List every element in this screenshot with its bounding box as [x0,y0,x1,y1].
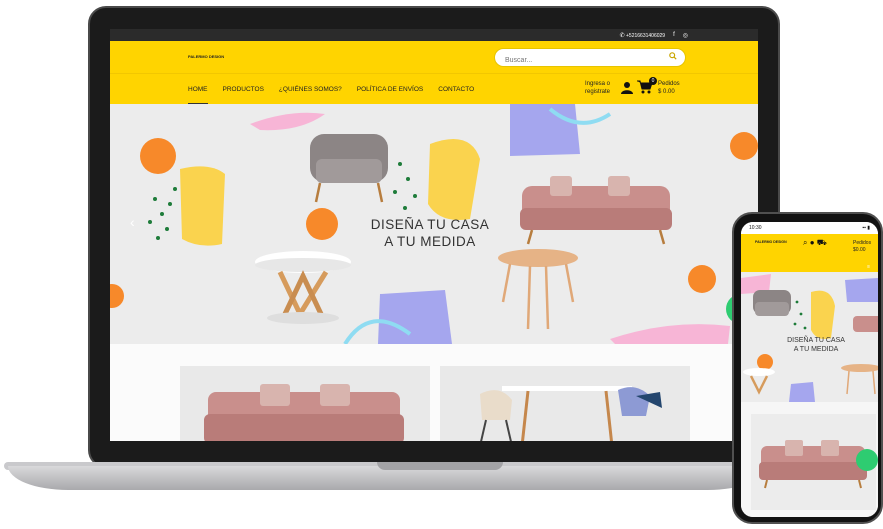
phone-status-bar: 10:30 ▪▪ ▮ [741,222,878,234]
armchair-image [310,134,388,203]
top-contact-bar: ✆ +5216631406029 f ◎ [110,29,758,41]
account-link[interactable]: Ingresa o registrate [585,80,610,96]
phone-hero-headline: DISEÑA TU CASA A TU MEDIDA [787,337,845,353]
dining-table-image [498,249,578,330]
nav-list: HOME PRODUCTOS ¿QUIÉNES SOMOS? POLÍTICA … [188,74,474,105]
dining-set-thumbnail [480,386,662,441]
product-card-sofa[interactable] [180,366,430,441]
yellow-blob-decoration [180,166,225,246]
laptop-notch [377,462,503,470]
search-icon[interactable] [669,52,677,62]
phone-user-icon[interactable]: ● [810,238,815,247]
pink-stroke-decoration-2 [610,324,730,344]
orange-blob-decoration-2 [306,208,338,240]
instagram-icon[interactable]: ◎ [683,32,688,39]
phone-hero-banner: DISEÑA TU CASA A TU MEDIDA [741,272,878,402]
phone-header: PALERMO DESIGN ⌕ ● ⛟ Pedidos $0.00 ≡ [741,234,878,272]
phone-cart-summary[interactable]: Pedidos $0.00 [853,240,871,254]
blue-block-decoration [510,104,580,156]
coffee-table-image [255,251,351,324]
orange-blob-decoration-4 [688,265,716,293]
site-logo[interactable]: PALERMO DESIGN [188,54,224,59]
phone-screen: 10:30 ▪▪ ▮ PALERMO DESIGN ⌕ ● ⛟ Pedidos … [741,222,878,517]
cart-count-badge: 0 [649,77,657,85]
site-header: PALERMO DESIGN [110,41,758,73]
search-box [494,48,686,69]
hero-headline: DISEÑA TU CASA A TU MEDIDA [370,217,490,249]
pink-stroke-decoration [250,112,325,131]
sofa-thumbnail [204,384,404,441]
orange-blob-decoration-3 [730,132,758,160]
phone-search-icon[interactable]: ⌕ [803,238,807,247]
device-mockup-stage: ✆ +5216631406029 f ◎ PALERMO DESIGN HOME… [0,0,883,529]
product-card-dining-set[interactable] [440,366,690,441]
orange-blob-decoration [140,138,176,174]
phone-logo[interactable]: PALERMO DESIGN [755,240,787,244]
carousel-prev-icon[interactable]: ‹ [130,214,135,230]
nav-home[interactable]: HOME [188,74,208,105]
user-icon[interactable] [621,81,633,94]
search-input[interactable] [495,52,655,69]
featured-section [110,344,758,441]
facebook-icon[interactable]: f [673,32,675,38]
blue-block-decoration-2 [378,290,452,344]
hero-banner: ‹ DISEÑA TU CASA A TU MEDIDA [110,104,758,344]
cart-summary[interactable]: Pedidos $ 0.00 [658,80,680,96]
sofa-image [520,176,672,245]
nav-quienes-somos[interactable]: ¿QUIÉNES SOMOS? [279,74,342,105]
orange-blob-decoration-5 [110,284,124,308]
nav-politica-envios[interactable]: POLÍTICA DE ENVÍOS [357,74,423,105]
yellow-blob-decoration-2 [428,139,480,220]
phone-menu-icon[interactable]: ≡ [867,264,870,270]
battery-signal-icon: ▪▪ ▮ [862,225,870,231]
nav-contacto[interactable]: CONTACTO [438,74,474,105]
main-nav: HOME PRODUCTOS ¿QUIÉNES SOMOS? POLÍTICA … [110,73,758,105]
phone-cart-icon[interactable]: ⛟ [817,238,827,247]
phone-whatsapp-float-button[interactable] [856,449,878,471]
whatsapp-phone-link[interactable]: ✆ +5216631406029 [620,32,666,39]
phone-header-icons: ⌕ ● ⛟ [803,238,827,248]
laptop-screen: ✆ +5216631406029 f ◎ PALERMO DESIGN HOME… [110,29,758,441]
nav-productos[interactable]: PRODUCTOS [223,74,264,105]
whatsapp-icon: ✆ [619,32,625,39]
